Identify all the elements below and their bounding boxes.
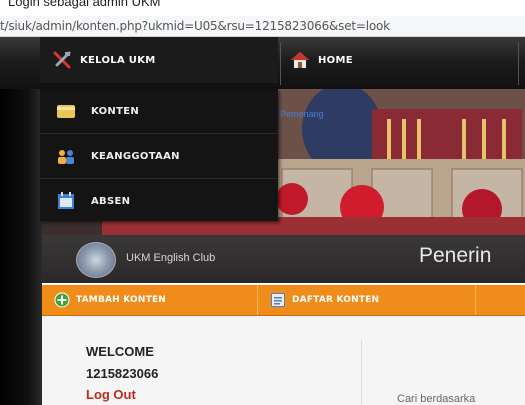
plus-icon <box>54 292 70 308</box>
kelola-ukm-dropdown: KONTEN KEANGGOTAAN ABSEN <box>40 89 278 221</box>
welcome-text: WELCOME <box>86 344 154 359</box>
nav-home[interactable]: HOME <box>284 37 353 83</box>
nav-divider <box>518 43 519 85</box>
dropdown-item-konten[interactable]: KONTEN <box>40 89 278 133</box>
toolbar-divider <box>475 285 476 315</box>
nav-divider <box>280 43 281 85</box>
home-icon <box>291 52 309 68</box>
users-icon <box>58 150 74 164</box>
dropdown-label: ABSEN <box>91 195 131 207</box>
address-bar[interactable]: t/siuk/admin/konten.php?ukmid=U05&rsu=12… <box>0 16 525 37</box>
list-icon <box>271 293 285 307</box>
user-id: 1215823066 <box>86 366 159 381</box>
url-text: t/siuk/admin/konten.php?ukmid=U05&rsu=12… <box>0 19 390 33</box>
sidebar-divider <box>361 340 362 405</box>
folder-icon <box>57 105 75 118</box>
nav-home-label: HOME <box>318 54 353 66</box>
svg-text:Pemenang: Pemenang <box>280 109 324 119</box>
logout-link[interactable]: Log Out <box>86 387 136 402</box>
content-list-button[interactable]: DAFTAR KONTEN <box>270 285 379 315</box>
calendar-icon <box>58 192 74 209</box>
content-list-label: DAFTAR KONTEN <box>292 295 380 305</box>
search-label: Cari berdasarka <box>397 393 476 405</box>
top-navigation-bar: KELOLA UKM HOME <box>0 37 525 89</box>
add-content-button[interactable]: TAMBAH KONTEN <box>54 285 166 315</box>
add-content-label: TAMBAH KONTEN <box>76 295 167 305</box>
nav-kelola-ukm[interactable]: KELOLA UKM <box>40 37 278 83</box>
dropdown-label: KONTEN <box>91 105 139 117</box>
nav-kelola-label: KELOLA UKM <box>80 54 156 66</box>
page-left-edge <box>0 89 42 405</box>
dropdown-item-keanggotaan[interactable]: KEANGGOTAAN <box>40 133 278 178</box>
toolbar-divider <box>257 285 258 315</box>
page-caption: Login sebagai admin UKM <box>8 0 161 9</box>
club-name: UKM English Club <box>126 252 216 264</box>
tools-icon <box>53 51 71 69</box>
dropdown-item-absen[interactable]: ABSEN <box>40 178 278 223</box>
dropdown-label: KEANGGOTAAN <box>91 150 180 162</box>
content-toolbar: TAMBAH KONTEN DAFTAR KONTEN <box>42 285 525 316</box>
page-heading: Penerin <box>419 244 492 267</box>
club-logo <box>76 242 116 278</box>
